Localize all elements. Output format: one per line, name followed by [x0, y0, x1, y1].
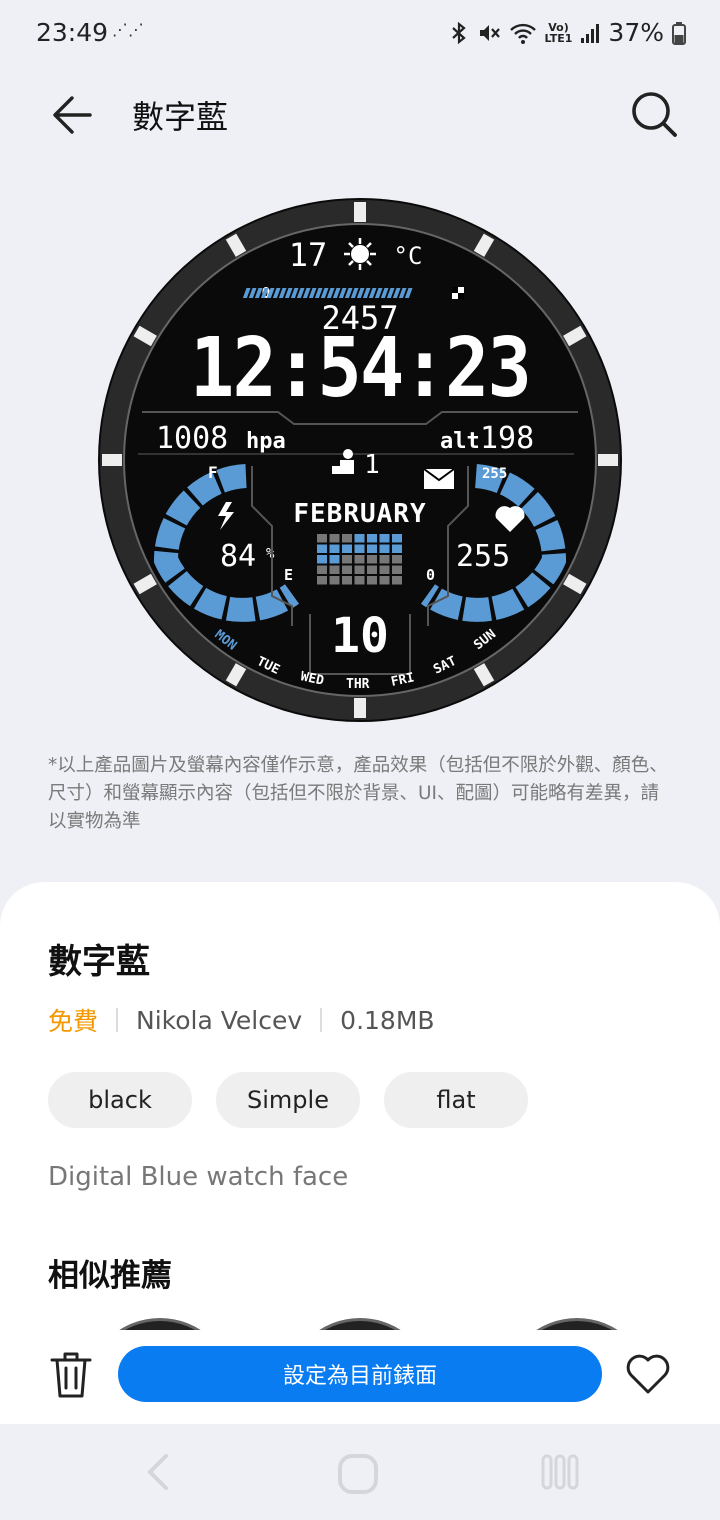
delete-icon[interactable] [48, 1350, 94, 1400]
calendar-cell [392, 565, 402, 574]
calendar-cell [379, 534, 390, 543]
tag-flat[interactable]: flat [384, 1072, 528, 1128]
volte-icon: Vo) LTE1 [544, 20, 573, 45]
calendar-cell [342, 534, 352, 543]
bezel-marker [598, 454, 618, 466]
calendar-cell [317, 534, 327, 543]
calendar-cell [367, 576, 377, 585]
calendar-grid [317, 534, 402, 585]
calendar-cell [354, 555, 365, 564]
bezel-marker [354, 698, 366, 718]
status-time: 23:49 [36, 18, 109, 47]
back-arrow-icon[interactable] [46, 88, 100, 142]
calendar-cell [329, 534, 340, 543]
wifi-icon [509, 23, 536, 44]
calendar-cell [342, 555, 352, 564]
tag-black[interactable]: black [48, 1072, 192, 1128]
calendar-cell [367, 565, 377, 574]
day-of-month: 10 [331, 608, 389, 664]
meta-row: 免費 Nikola Velcev 0.18MB [48, 1002, 435, 1038]
checkered-flag-icon [452, 287, 464, 299]
file-size: 0.18MB [340, 1005, 435, 1035]
signal-icon [581, 23, 600, 43]
temperature-value: 17 [289, 236, 328, 274]
divider [320, 1008, 323, 1032]
calendar-cell [329, 576, 340, 585]
nav-home-icon[interactable] [336, 1452, 380, 1496]
search-icon[interactable] [626, 86, 682, 142]
battery-empty-label: E [284, 566, 293, 584]
calendar-cell [379, 544, 390, 553]
nav-recents-icon[interactable] [540, 1452, 580, 1492]
calendar-cell [354, 544, 365, 553]
data-activity-icon: ⋰⋰ [112, 20, 144, 39]
nav-back-icon[interactable] [140, 1452, 174, 1492]
calendar-cell [342, 576, 352, 585]
top-app-bar: 數字藍 [0, 70, 720, 160]
calendar-cell [342, 565, 352, 574]
calendar-cell [354, 576, 365, 585]
pressure-unit: hpa [246, 429, 286, 454]
heart-max-label: 255 [482, 466, 507, 482]
temperature-unit: °C [394, 242, 423, 270]
description: Digital Blue watch face [48, 1162, 349, 1192]
calendar-cell [329, 565, 340, 574]
set-as-current-button[interactable]: 設定為目前錶面 [118, 1346, 602, 1402]
calendar-cell [379, 555, 390, 564]
battery-icon [672, 21, 686, 45]
calendar-cell [329, 555, 340, 564]
favorite-heart-icon[interactable] [624, 1350, 672, 1398]
calendar-cell [379, 565, 390, 574]
page-title: 數字藍 [132, 98, 229, 136]
weekday-thr: THR [346, 677, 370, 692]
calendar-cell [317, 576, 327, 585]
tag-list: black Simple flat [48, 1072, 528, 1128]
watch-face-name: 數字藍 [48, 942, 150, 982]
altitude-label: alt [440, 429, 480, 454]
disclaimer-text: *以上產品圖片及螢幕內容僅作示意，產品效果（包括但不限於外觀、顏色、尺寸）和螢幕… [48, 755, 668, 832]
battery-unit: % [266, 546, 275, 562]
heart-rate-value: 255 [456, 539, 510, 574]
calendar-cell [392, 534, 402, 543]
watch-face-preview[interactable]: 17 °C 0 2457 12:54:23 1008 hpa alt 198 1… [96, 196, 624, 724]
divider [116, 1008, 119, 1032]
altitude-value: 198 [480, 421, 534, 456]
calendar-cell [379, 576, 390, 585]
mute-icon [479, 24, 500, 41]
month-label: FEBRUARY [293, 499, 426, 529]
calendar-cell [367, 544, 377, 553]
battery-percent: 37% [608, 18, 664, 47]
bluetooth-icon [451, 21, 466, 44]
author-name[interactable]: Nikola Velcev [136, 1006, 302, 1035]
mail-icon [423, 468, 455, 489]
calendar-cell [392, 555, 402, 564]
notification-count: 1 [364, 450, 380, 480]
bezel-marker [102, 454, 122, 466]
similar-heading: 相似推薦 [48, 1258, 172, 1294]
calendar-cell [367, 555, 377, 564]
price-label: 免費 [48, 1007, 99, 1036]
calendar-cell [367, 534, 377, 543]
status-icons: Vo) LTE1 37% [449, 18, 686, 47]
calendar-cell [392, 544, 402, 553]
calendar-cell [354, 565, 365, 574]
calendar-cell [329, 544, 340, 553]
bezel-marker [354, 202, 366, 222]
pressure-value: 1008 [156, 421, 228, 456]
calendar-cell [342, 544, 352, 553]
calendar-cell [354, 534, 365, 543]
tag-simple[interactable]: Simple [216, 1072, 360, 1128]
calendar-cell [392, 576, 402, 585]
battery-value: 84 [220, 539, 256, 574]
calendar-cell [317, 565, 327, 574]
calendar-cell [317, 544, 327, 553]
digital-time: 12:54:23 [190, 321, 530, 416]
heart-min-label: 0 [426, 566, 435, 584]
status-bar: 23:49 ⋰⋰ Vo) LTE1 37% [0, 0, 720, 66]
calendar-cell [317, 555, 327, 564]
battery-full-label: F [208, 463, 218, 482]
